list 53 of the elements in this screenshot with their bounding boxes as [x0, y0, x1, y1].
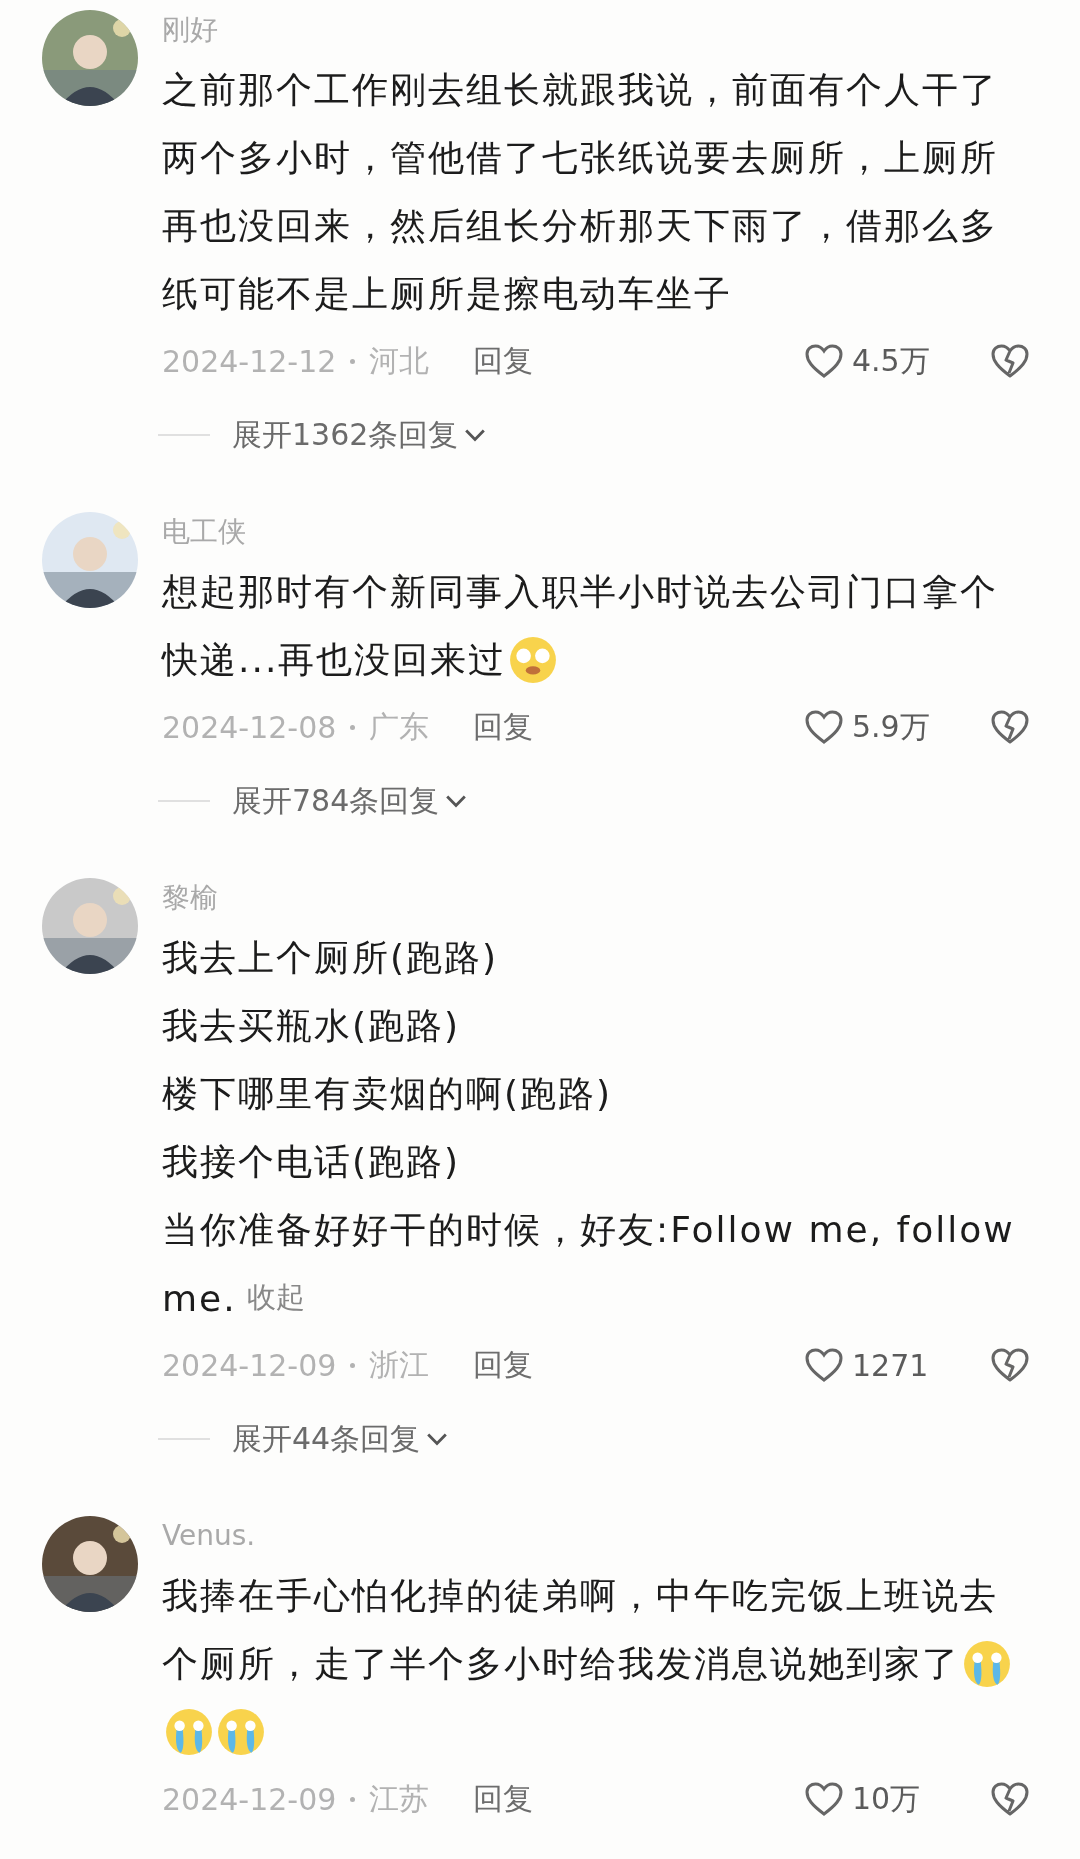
- comment-region: 河北: [369, 341, 430, 380]
- comment-region: 广东: [369, 707, 430, 746]
- broken-heart-icon[interactable]: [990, 709, 1030, 745]
- broken-heart-icon[interactable]: [990, 1781, 1030, 1817]
- separator-dot: [350, 358, 356, 364]
- comment-text: 纸可能不是上厕所是擦电动车坐子: [162, 271, 732, 316]
- comment-date: 2024-12-08: [162, 709, 337, 745]
- separator-dot: [350, 724, 356, 730]
- chevron-down-icon[interactable]: [464, 428, 487, 442]
- expand-replies-link[interactable]: 展开784条回复: [232, 780, 440, 822]
- comment-text: 我去买瓶水(跑路): [162, 1003, 461, 1048]
- comment-text: 我接个电话(跑路): [162, 1139, 461, 1184]
- like-count: 10万: [852, 1779, 922, 1818]
- chevron-down-icon[interactable]: [445, 794, 468, 808]
- comment-text: 我捧在手心怕化掉的徒弟啊，中午吃完饭上班说去: [162, 1573, 998, 1618]
- collapse-link[interactable]: 收起: [246, 1278, 305, 1318]
- like-count: 4.5万: [852, 341, 931, 380]
- like-count: 5.9万: [852, 707, 931, 746]
- expand-replies-link[interactable]: 展开44条回复: [232, 1418, 421, 1460]
- crying-emoji-icon: [164, 1707, 214, 1757]
- comment-text: 我去上个厕所(跑路): [162, 935, 499, 980]
- comment-text: 之前那个工作刚去组长就跟我说，前面有个人干了: [162, 67, 998, 112]
- comment-region: 江苏: [369, 1779, 430, 1818]
- separator-dot: [350, 1362, 356, 1368]
- reply-link[interactable]: 回复: [473, 340, 534, 382]
- comment-text: 两个多小时，管他借了七张纸说要去厕所，上厕所: [162, 135, 998, 180]
- chevron-down-icon[interactable]: [426, 1432, 449, 1446]
- reply-link[interactable]: 回复: [473, 706, 534, 748]
- broken-heart-icon[interactable]: [990, 1347, 1030, 1383]
- comment-text: 个厕所，走了半个多小时给我发消息说她到家了: [162, 1641, 960, 1686]
- like-heart-icon[interactable]: [804, 343, 844, 379]
- like-count: 1271: [852, 1347, 930, 1383]
- comment-date: 2024-12-12: [162, 343, 337, 379]
- comment-text: me.: [162, 1277, 237, 1319]
- reply-link[interactable]: 回复: [473, 1778, 534, 1820]
- crying-emoji-icon: [962, 1639, 1012, 1689]
- comment-region: 浙江: [369, 1345, 430, 1384]
- worried-emoji-icon: [508, 635, 559, 685]
- broken-heart-icon[interactable]: [990, 343, 1030, 379]
- comment-date: 2024-12-09: [162, 1781, 337, 1817]
- reply-link[interactable]: 回复: [473, 1344, 534, 1386]
- comment-text: 想起那时有个新同事入职半小时说去公司门口拿个: [162, 569, 998, 614]
- comment-text: 楼下哪里有卖烟的啊(跑路): [162, 1071, 613, 1116]
- like-heart-icon[interactable]: [804, 709, 844, 745]
- crying-emoji-icon: [216, 1707, 266, 1757]
- separator-dot: [350, 1796, 356, 1802]
- expand-replies-link[interactable]: 展开1362条回复: [232, 414, 459, 456]
- like-heart-icon[interactable]: [804, 1781, 844, 1817]
- comment-text: 当你准备好好干的时候，好友:Follow me, follow: [162, 1207, 1015, 1252]
- comment-text: 快递...再也没回来过: [162, 637, 507, 682]
- comment-text: 再也没回来，然后组长分析那天下雨了，借那么多: [162, 203, 998, 248]
- comment-date: 2024-12-09: [162, 1347, 337, 1383]
- like-heart-icon[interactable]: [804, 1347, 844, 1383]
